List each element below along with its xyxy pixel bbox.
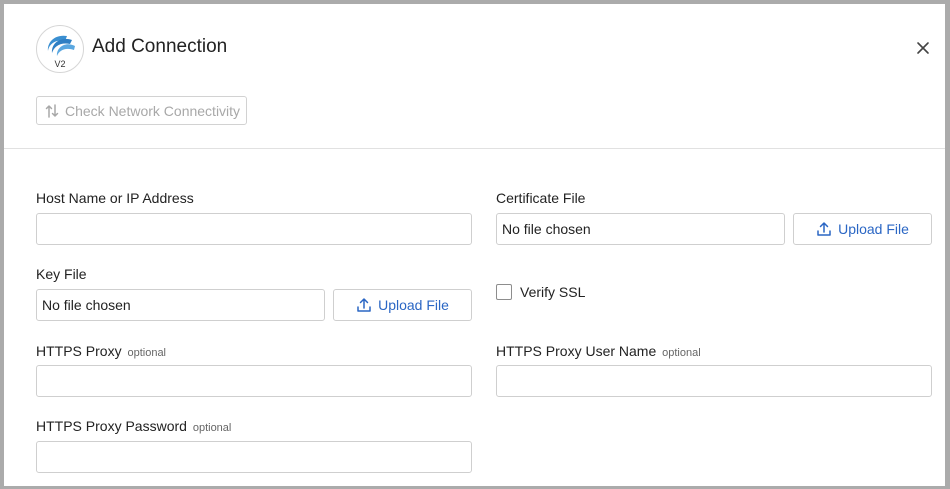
upload-icon: [357, 298, 371, 312]
upload-icon: [817, 222, 831, 236]
https-proxy-input[interactable]: [36, 365, 472, 397]
check-network-connectivity-label: Check Network Connectivity: [65, 102, 241, 119]
app-logo: V2: [36, 25, 84, 73]
key-file-label: Key File: [36, 266, 87, 282]
header-divider: [4, 148, 945, 149]
https-proxy-password-input[interactable]: [36, 441, 472, 473]
certificate-upload-button[interactable]: Upload File: [793, 213, 932, 245]
certificate-file-label: Certificate File: [496, 190, 586, 206]
verify-ssl-label: Verify SSL: [520, 284, 586, 300]
https-proxy-password-optional: optional: [192, 422, 232, 434]
certificate-upload-label: Upload File: [838, 221, 909, 237]
https-proxy-optional: optional: [127, 347, 167, 359]
close-icon: [917, 42, 929, 54]
https-proxy-label-text: HTTPS Proxy: [36, 343, 122, 359]
https-proxy-user-label-text: HTTPS Proxy User Name: [496, 343, 657, 359]
key-upload-button[interactable]: Upload File: [333, 289, 472, 321]
certificate-file-field[interactable]: No file chosen: [496, 213, 785, 245]
logo-version: V2: [54, 59, 66, 69]
dialog-title: Add Connection: [92, 36, 228, 57]
dialog-header: V2 Add Connection Check Network Connecti…: [4, 4, 945, 149]
close-button[interactable]: [912, 37, 934, 59]
key-upload-label: Upload File: [378, 297, 449, 313]
https-proxy-label: HTTPS Proxy optional: [36, 343, 166, 359]
https-proxy-user-label: HTTPS Proxy User Name optional: [496, 343, 701, 359]
check-network-connectivity-button[interactable]: Check Network Connectivity: [36, 96, 247, 125]
verify-ssl-checkbox[interactable]: [496, 284, 512, 300]
https-proxy-password-label-text: HTTPS Proxy Password: [36, 418, 187, 434]
certificate-file-value: No file chosen: [502, 221, 591, 237]
host-label: Host Name or IP Address: [36, 190, 194, 206]
key-file-value: No file chosen: [42, 297, 131, 313]
key-file-field[interactable]: No file chosen: [36, 289, 325, 321]
add-connection-dialog: V2 Add Connection Check Network Connecti…: [4, 4, 945, 486]
host-input[interactable]: [36, 213, 472, 245]
network-arrows-icon: [45, 103, 59, 118]
https-proxy-user-optional: optional: [662, 347, 701, 359]
https-proxy-user-input[interactable]: [496, 365, 932, 397]
https-proxy-password-label: HTTPS Proxy Password optional: [36, 418, 231, 434]
